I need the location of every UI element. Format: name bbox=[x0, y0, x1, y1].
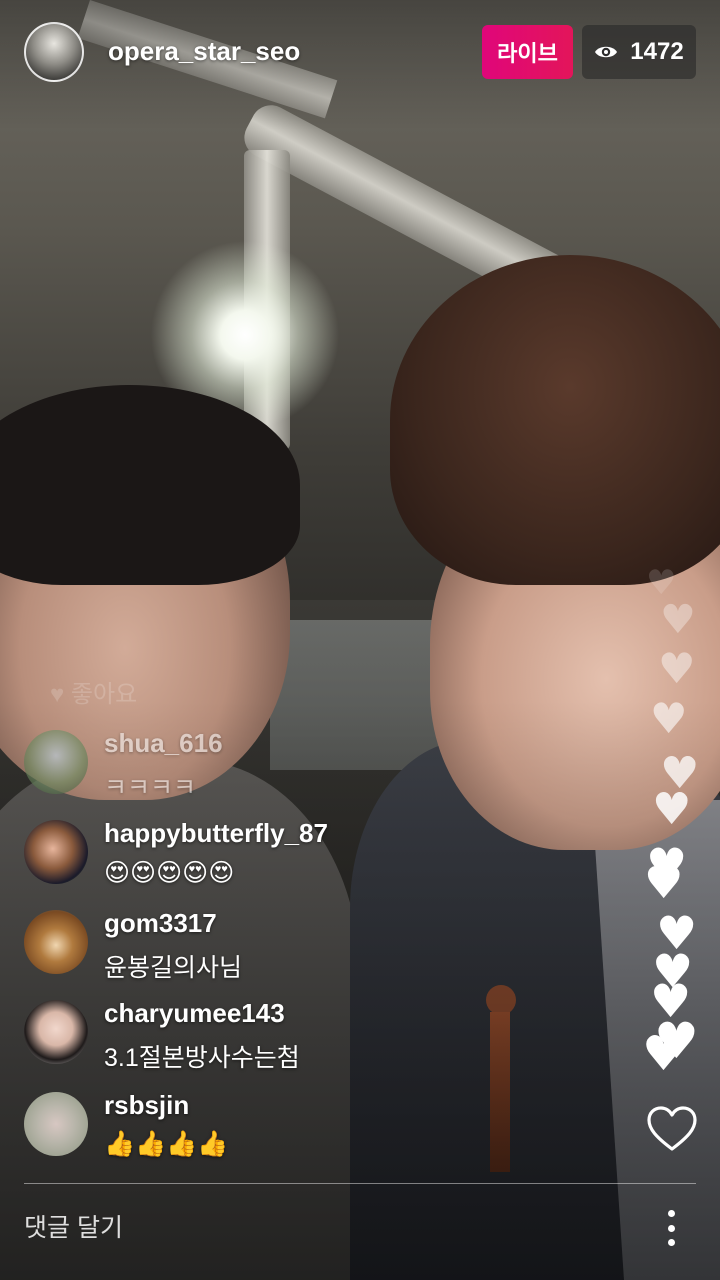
heart-icon: ♥ bbox=[652, 784, 692, 835]
comment-text: 3.1절본방사수는첨 bbox=[104, 1044, 300, 1072]
live-label: 라이브 bbox=[497, 41, 558, 66]
broadcaster-username[interactable]: opera_star_seo bbox=[108, 36, 300, 67]
comment-input[interactable] bbox=[24, 1206, 584, 1250]
fading-comment: ♥ 좋아요 bbox=[50, 681, 138, 708]
heart-icon: ♥ bbox=[650, 694, 688, 743]
heart-outline-icon[interactable] bbox=[646, 1104, 698, 1154]
commenter-avatar[interactable] bbox=[24, 910, 88, 974]
bottom-divider bbox=[24, 1183, 696, 1184]
commenter-avatar[interactable] bbox=[24, 820, 88, 884]
heart-icon: ♥ bbox=[658, 644, 696, 693]
commenter-avatar[interactable] bbox=[24, 1092, 88, 1156]
commenter-username[interactable]: shua_616 bbox=[104, 728, 223, 759]
commenter-username[interactable]: charyumee143 bbox=[104, 998, 285, 1029]
commenter-username[interactable]: rsbsjin bbox=[104, 1090, 189, 1121]
comment-text: ㅋㅋㅋㅋ bbox=[104, 774, 197, 802]
comment-text: 👍👍👍👍 bbox=[104, 1130, 229, 1158]
commenter-avatar[interactable] bbox=[24, 730, 88, 794]
heart-icon: ♥ bbox=[646, 563, 677, 603]
comment-text: 윤봉길의사님 bbox=[104, 954, 243, 982]
commenter-username[interactable]: happybutterfly_87 bbox=[104, 818, 328, 849]
live-badge: 라이브 bbox=[482, 25, 573, 79]
commenter-username[interactable]: gom3317 bbox=[104, 908, 217, 939]
heart-icon: ♥ bbox=[644, 858, 684, 909]
eye-icon bbox=[595, 46, 618, 58]
viewer-count-badge[interactable]: 1472 bbox=[582, 25, 696, 79]
more-vertical-icon[interactable] bbox=[656, 1208, 686, 1248]
heart-icon: ♥ bbox=[660, 597, 696, 643]
broadcaster-avatar[interactable] bbox=[24, 22, 84, 82]
heart-icon: ♥ bbox=[642, 1026, 686, 1082]
comment-text: 😍😍😍😍😍 bbox=[104, 859, 235, 887]
live-video-frame bbox=[0, 0, 720, 1280]
viewer-count: 1472 bbox=[630, 38, 684, 65]
commenter-avatar[interactable] bbox=[24, 1000, 88, 1064]
